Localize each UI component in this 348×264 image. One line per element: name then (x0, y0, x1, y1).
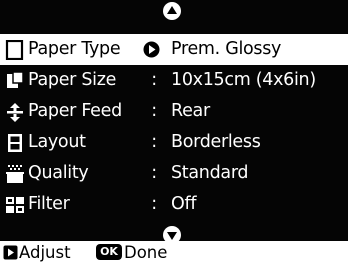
separator: : (151, 194, 157, 214)
ok-button-icon: OK (96, 244, 122, 260)
menu-item-label: Paper Feed (28, 101, 122, 121)
menu-item-filter[interactable]: Filter : Off (0, 189, 348, 220)
menu-item-value: Off (171, 194, 197, 214)
menu-item-label: Paper Size (28, 70, 117, 90)
menu-item-quality[interactable]: Quality : Standard (0, 158, 348, 189)
filter-icon (6, 197, 24, 213)
menu-item-label: Paper Type (28, 39, 121, 59)
lcd-screen: Paper Type Prem. Glossy Paper Size : 10x… (0, 0, 348, 244)
layout-icon (8, 134, 22, 152)
right-arrow-icon (3, 245, 18, 260)
scroll-up-icon[interactable] (162, 1, 182, 21)
menu-item-label: Quality (28, 163, 89, 183)
separator: : (151, 163, 157, 183)
menu-item-value: Borderless (171, 132, 261, 152)
menu-item-paper-size[interactable]: Paper Size : 10x15cm (4x6in) (0, 65, 348, 96)
menu-item-value: Prem. Glossy (171, 39, 282, 59)
menu-item-layout[interactable]: Layout : Borderless (0, 127, 348, 158)
menu-item-value: Standard (171, 163, 249, 183)
footer-hint-bar: Adjust OK Done (0, 241, 348, 264)
separator: : (151, 101, 157, 121)
menu-item-paper-feed[interactable]: Paper Feed : Rear (0, 96, 348, 127)
paper-size-icon (7, 71, 24, 88)
quality-icon (6, 165, 24, 183)
adjust-hint-label: Adjust (19, 243, 71, 262)
menu-item-value: Rear (171, 101, 210, 121)
separator: : (151, 70, 157, 90)
menu-item-label: Layout (28, 132, 86, 152)
separator: : (151, 132, 157, 152)
menu-item-value: 10x15cm (4x6in) (171, 70, 316, 90)
menu-item-paper-type[interactable]: Paper Type Prem. Glossy (0, 34, 348, 65)
done-hint-label: Done (124, 243, 168, 262)
right-arrow-icon (143, 41, 160, 58)
menu-item-label: Filter (28, 194, 70, 214)
paper-feed-icon (7, 103, 23, 122)
paper-type-icon (5, 40, 24, 60)
